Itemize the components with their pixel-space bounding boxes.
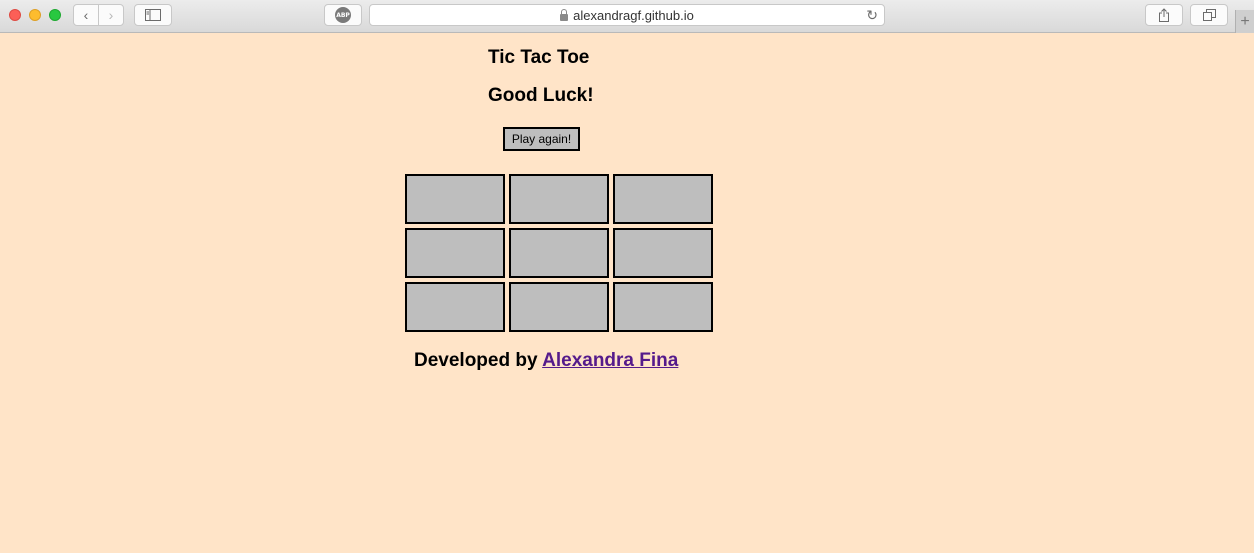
address-bar[interactable]: alexandragf.github.io ↻ [369,4,885,26]
adblock-button[interactable]: ABP [324,4,362,26]
url-text: alexandragf.github.io [573,7,694,23]
close-window-button[interactable] [9,9,21,21]
board-cell-6[interactable] [613,228,713,278]
reload-icon[interactable]: ↻ [866,7,878,24]
browser-toolbar: ‹ › ABP alexandragf.github.io ↻ + [0,0,1254,33]
board-cell-9[interactable] [613,282,713,332]
lock-icon [560,8,569,21]
minimize-window-button[interactable] [29,9,41,21]
forward-button[interactable]: › [98,4,124,26]
board-cell-4[interactable] [405,228,505,278]
page-title: Tic Tac Toe [488,47,590,68]
adblock-icon: ABP [335,7,351,23]
footer-credit: Developed by Alexandra Fina [414,350,678,372]
new-tab-button[interactable]: + [1235,10,1254,33]
share-icon [1159,8,1169,22]
board-cell-8[interactable] [509,282,609,332]
board-cell-3[interactable] [613,174,713,224]
tabs-icon [1202,9,1216,21]
chevron-left-icon: ‹ [83,7,89,23]
sidebar-icon [145,9,161,21]
plus-icon: + [1240,12,1250,30]
share-button[interactable] [1145,4,1183,26]
board-cell-5[interactable] [509,228,609,278]
board-cell-1[interactable] [405,174,505,224]
play-again-button[interactable]: Play again! [503,127,580,151]
board-cell-2[interactable] [509,174,609,224]
sidebar-toggle-button[interactable] [134,4,172,26]
board-cell-7[interactable] [405,282,505,332]
back-button[interactable]: ‹ [73,4,99,26]
chevron-right-icon: › [108,7,114,23]
show-tabs-button[interactable] [1190,4,1228,26]
author-link[interactable]: Alexandra Fina [542,350,678,371]
game-status: Good Luck! [488,85,594,106]
zoom-window-button[interactable] [49,9,61,21]
footer-prefix: Developed by [414,350,543,371]
game-board [405,174,713,332]
